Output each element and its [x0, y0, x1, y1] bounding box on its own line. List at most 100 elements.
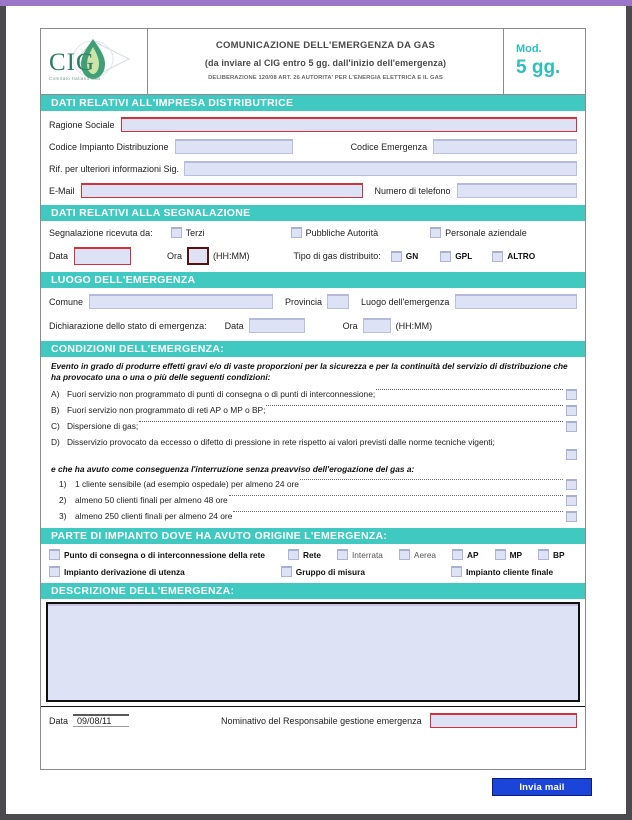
footer-data-label: Data	[49, 715, 69, 726]
condition-text: Fuori servizio non programmato di reti A…	[67, 405, 266, 416]
module-value: 5 gg.	[516, 57, 561, 78]
condition-row[interactable]: A) Fuori servizio non programmato di pun…	[51, 389, 577, 401]
checkbox-mp[interactable]: MP	[494, 549, 522, 561]
segnalazione-data-label: Data	[49, 251, 69, 261]
codice-emergenza-input[interactable]	[433, 139, 577, 154]
luogo-input[interactable]	[455, 294, 577, 309]
footer-data-value[interactable]: 09/08/11	[73, 714, 130, 728]
condition-row[interactable]: D) Disservizio provocato da eccesso o di…	[51, 437, 577, 461]
condition-row[interactable]: B) Fuori servizio non programmato di ret…	[51, 405, 577, 417]
comune-input[interactable]	[89, 294, 274, 309]
checkbox-rete[interactable]: Rete	[288, 549, 321, 561]
consequence-row[interactable]: 3) almeno 250 clienti finali per almeno …	[51, 511, 577, 523]
leader-dots	[299, 479, 563, 481]
segnalazione-data-input[interactable]	[74, 247, 132, 265]
leader-dots	[266, 405, 563, 407]
consequence-row[interactable]: 1) 1 cliente sensibile (ad esempio osped…	[51, 479, 577, 491]
dichiarazione-ora-input[interactable]	[362, 318, 391, 333]
row-dichiarazione: Dichiarazione dello stato di emergenza: …	[49, 318, 577, 333]
section-descrizione	[41, 599, 585, 706]
checkbox-icon[interactable]	[290, 227, 302, 238]
checkbox-label: Gruppo di misura	[295, 566, 365, 577]
responsabile-input[interactable]	[429, 713, 577, 729]
checkbox-icon[interactable]	[390, 250, 402, 262]
checkbox-icon[interactable]	[566, 511, 577, 523]
checkbox-impianto-cliente-finale[interactable]: Impianto cliente finale	[450, 566, 553, 578]
tipo-gas-label: Tipo di gas distribuito:	[293, 251, 381, 261]
checkbox-ap[interactable]: AP	[452, 549, 479, 561]
ragione-sociale-label: Ragione Sociale	[49, 119, 115, 130]
checkbox-icon[interactable]	[566, 479, 577, 491]
consequence-key: 1)	[59, 479, 67, 490]
row-data-ora-gas: Data Ora (HH:MM) Tipo di gas distribuito…	[49, 247, 577, 265]
checkbox-label: Punto di consegna o di interconnessione …	[64, 549, 266, 560]
checkbox-impianto-derivazione[interactable]: Impianto derivazione di utenza	[49, 566, 185, 578]
form-page: CIG Comitato Italiano Gas COMUNICAZIONE …	[6, 6, 626, 814]
form-subtitle: (da inviare al CIG entro 5 gg. dall'iniz…	[204, 58, 447, 68]
section-parte-impianto: Punto di consegna o di interconnessione …	[41, 544, 585, 583]
checkbox-icon[interactable]	[566, 449, 577, 461]
header-title-block: COMUNICAZIONE DELL'EMERGENZA DA GAS (da …	[148, 29, 503, 94]
checkbox-label: AP	[467, 549, 479, 560]
codice-emergenza-label: Codice Emergenza	[350, 141, 428, 152]
checkbox-interrata[interactable]: Interrata	[337, 549, 383, 561]
dichiarazione-hhmm-hint: (HH:MM)	[395, 320, 433, 331]
checkbox-aerea[interactable]: Aerea	[398, 549, 436, 561]
luogo-label: Luogo dell'emergenza	[361, 296, 450, 307]
checkbox-gruppo-misura[interactable]: Gruppo di misura	[280, 566, 365, 578]
checkbox-icon[interactable]	[337, 549, 348, 561]
checkbox-icon[interactable]	[566, 421, 577, 433]
row-comune: Comune Provincia Luogo dell'emergenza	[49, 294, 577, 309]
checkbox-bp[interactable]: BP	[538, 549, 565, 561]
segnalazione-ora-input[interactable]	[187, 247, 210, 265]
descrizione-text[interactable]	[48, 604, 578, 700]
provincia-input[interactable]	[327, 294, 350, 309]
checkbox-icon[interactable]	[492, 250, 504, 262]
riferimento-input[interactable]	[184, 161, 577, 176]
checkbox-icon[interactable]	[288, 549, 300, 561]
checkbox-icon[interactable]	[49, 549, 60, 561]
checkbox-gas-altro[interactable]: ALTRO	[492, 250, 535, 262]
checkbox-icon[interactable]	[440, 250, 452, 262]
checkbox-icon[interactable]	[494, 549, 506, 561]
leader-dots	[228, 495, 563, 497]
checkbox-icon[interactable]	[538, 549, 550, 561]
checkbox-icon[interactable]	[450, 566, 462, 578]
row-sorgente-segnalazione: Segnalazione ricevuta da: Terzi Pubblich…	[49, 227, 577, 238]
descrizione-textarea[interactable]	[46, 602, 580, 703]
condition-key: D)	[51, 437, 60, 448]
checkbox-icon[interactable]	[280, 566, 292, 578]
checkbox-pubbliche-autorita[interactable]: Pubbliche Autorità	[290, 227, 379, 238]
row-contatti: E-Mail Numero di telefono	[49, 183, 577, 198]
checkbox-icon[interactable]	[430, 227, 442, 238]
email-label: E-Mail	[49, 185, 75, 196]
section-header-segnalazione: DATI RELATIVI ALLA SEGNALAZIONE	[41, 205, 585, 221]
consequence-row[interactable]: 2) almeno 50 clienti finali per almeno 4…	[51, 495, 577, 507]
module-label: Mod.	[516, 43, 542, 55]
send-mail-button[interactable]: Invia mail	[492, 778, 592, 796]
checkbox-icon[interactable]	[566, 389, 577, 401]
checkbox-label: Pubbliche Autorità	[305, 227, 379, 238]
checkbox-icon[interactable]	[566, 495, 577, 507]
dichiarazione-ora-label: Ora	[342, 320, 358, 331]
codice-impianto-input[interactable]	[174, 139, 293, 154]
checkbox-icon[interactable]	[49, 566, 60, 578]
condition-row[interactable]: C) Dispersione di gas;	[51, 421, 577, 433]
telefono-input[interactable]	[456, 183, 577, 198]
form-header: CIG Comitato Italiano Gas COMUNICAZIONE …	[41, 29, 585, 95]
checkbox-terzi[interactable]: Terzi	[170, 227, 205, 238]
dichiarazione-data-input[interactable]	[248, 318, 305, 333]
section-header-descrizione: DESCRIZIONE DELL'EMERGENZA:	[41, 583, 585, 600]
checkbox-gas-gn[interactable]: GN	[390, 250, 418, 262]
checkbox-gas-gpl[interactable]: GPL	[440, 250, 472, 262]
checkbox-personale-aziendale[interactable]: Personale aziendale	[430, 227, 527, 238]
checkbox-icon[interactable]	[452, 549, 464, 561]
condizioni-mid-note: e che ha avuto come conseguenza l'interr…	[51, 464, 415, 475]
checkbox-icon[interactable]	[170, 227, 182, 238]
checkbox-punto-consegna[interactable]: Punto di consegna o di interconnessione …	[49, 549, 266, 561]
checkbox-icon[interactable]	[398, 549, 410, 561]
email-input[interactable]	[80, 183, 363, 198]
ragione-sociale-input[interactable]	[120, 117, 577, 132]
form-window: CIG Comitato Italiano Gas COMUNICAZIONE …	[0, 0, 632, 820]
checkbox-icon[interactable]	[566, 405, 577, 417]
